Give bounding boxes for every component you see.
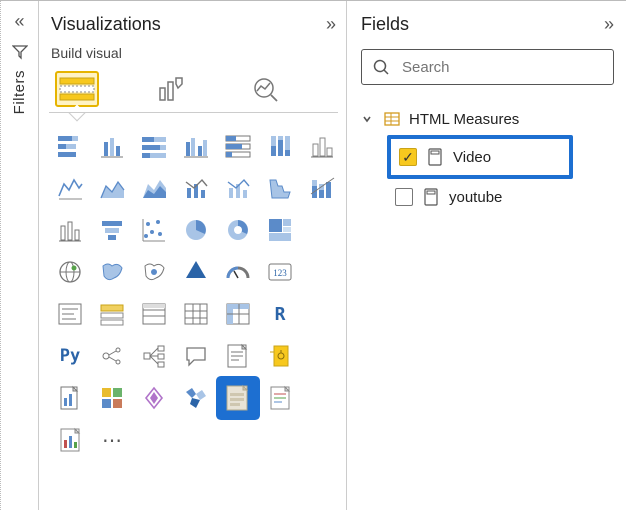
tab-analytics[interactable]: [243, 71, 287, 107]
field-label: Video: [453, 149, 491, 166]
visualizations-pane: Visualizations » Build visual: [39, 1, 347, 510]
viz-get-more-icon[interactable]: [135, 379, 173, 417]
viz-stacked-area-icon[interactable]: [93, 169, 131, 207]
search-input[interactable]: [400, 58, 603, 77]
viz-gauge-icon[interactable]: [219, 253, 257, 291]
checkbox-checked-icon[interactable]: ✓: [399, 148, 417, 166]
visualizations-collapse-button[interactable]: »: [326, 14, 336, 35]
viz-r-visual-icon[interactable]: R: [261, 295, 299, 333]
viz-power-apps-icon[interactable]: [51, 379, 89, 417]
svg-text:123: 123: [273, 268, 287, 278]
viz-scatter-icon[interactable]: [51, 211, 89, 249]
viz-power-automate-icon[interactable]: [93, 379, 131, 417]
viz-donut-icon[interactable]: [219, 211, 257, 249]
measure-icon: [427, 148, 443, 166]
viz-line-clustered-column-icon[interactable]: [135, 169, 173, 207]
viz-arcgis-icon[interactable]: [177, 253, 215, 291]
fields-search[interactable]: [361, 49, 614, 85]
viz-clustered-bar-icon[interactable]: [93, 127, 131, 165]
viz-stacked-100-column-icon[interactable]: [261, 127, 299, 165]
filter-icon: [12, 44, 28, 60]
viz-stacked-100-bar-icon[interactable]: [135, 127, 173, 165]
filters-label: Filters: [11, 70, 28, 114]
viz-custom-html-icon[interactable]: [219, 379, 257, 417]
field-youtube[interactable]: youtube: [361, 179, 614, 215]
search-icon: [372, 58, 390, 76]
viz-stacked-bar-icon[interactable]: [51, 127, 89, 165]
tab-format-visual[interactable]: [149, 71, 193, 107]
viz-smart-narrative-icon[interactable]: [219, 337, 257, 375]
viz-slicer-icon[interactable]: [93, 295, 131, 333]
field-label: youtube: [449, 189, 502, 206]
fields-tree: HTML Measures ✓ Video youtube: [361, 103, 614, 215]
fields-pane: Fields » HTML Measures ✓: [347, 1, 626, 510]
viz-decomposition-tree-icon[interactable]: [135, 337, 173, 375]
viz-clustered-column-icon[interactable]: [177, 127, 215, 165]
viz-table-icon[interactable]: [135, 295, 173, 333]
viz-treemap-icon[interactable]: [261, 211, 299, 249]
viz-azure-map-icon[interactable]: [135, 253, 173, 291]
checkbox-icon[interactable]: [395, 188, 413, 206]
viz-python-visual-icon[interactable]: Py: [51, 337, 89, 375]
viz-matrix-pivot-icon[interactable]: [219, 295, 257, 333]
viz-ribbon-icon[interactable]: [219, 169, 257, 207]
viz-card-icon[interactable]: 123: [261, 253, 299, 291]
filters-expand-button[interactable]: «: [10, 7, 28, 36]
measure-icon: [423, 188, 439, 206]
visualizations-grid: 123 R Py: [51, 127, 336, 459]
viz-stacked-column-icon[interactable]: [219, 127, 257, 165]
tab-build-visual[interactable]: [55, 71, 99, 107]
viz-key-influencers-icon[interactable]: [93, 337, 131, 375]
viz-waterfall-icon[interactable]: [261, 169, 299, 207]
visualizations-title: Visualizations: [51, 14, 161, 35]
viz-area-icon[interactable]: [51, 169, 89, 207]
viz-line-stacked-column-icon[interactable]: [177, 169, 215, 207]
viz-filled-map-icon[interactable]: [93, 253, 131, 291]
viz-custom-c-icon[interactable]: [51, 421, 89, 459]
fields-collapse-button[interactable]: »: [604, 14, 614, 35]
viz-funnel-alt-icon[interactable]: [303, 169, 341, 207]
viz-map-icon[interactable]: [51, 253, 89, 291]
viz-paginated-report-icon[interactable]: [261, 337, 299, 375]
filters-pane-collapsed: « Filters: [1, 1, 39, 510]
viz-funnel-icon[interactable]: [93, 211, 131, 249]
table-name: HTML Measures: [409, 111, 519, 128]
viz-pie-icon[interactable]: [177, 211, 215, 249]
fields-title: Fields: [361, 14, 409, 35]
field-video-highlight: ✓ Video: [387, 135, 573, 179]
chevron-down-icon[interactable]: [361, 113, 375, 125]
viz-qa-icon[interactable]: [177, 337, 215, 375]
viz-scatter-dot-icon[interactable]: [135, 211, 173, 249]
build-visual-label: Build visual: [51, 45, 336, 61]
viz-custom-a-icon[interactable]: [177, 379, 215, 417]
viz-kpi-icon[interactable]: [51, 295, 89, 333]
table-html-measures[interactable]: HTML Measures: [361, 103, 614, 135]
field-video[interactable]: ✓ Video: [391, 139, 569, 175]
viz-line-icon[interactable]: [303, 127, 341, 165]
viz-more-button[interactable]: ⋯: [93, 421, 131, 459]
viz-tab-row: [51, 69, 336, 111]
viz-custom-b-icon[interactable]: [261, 379, 299, 417]
table-icon: [383, 110, 401, 128]
viz-matrix-icon[interactable]: [177, 295, 215, 333]
